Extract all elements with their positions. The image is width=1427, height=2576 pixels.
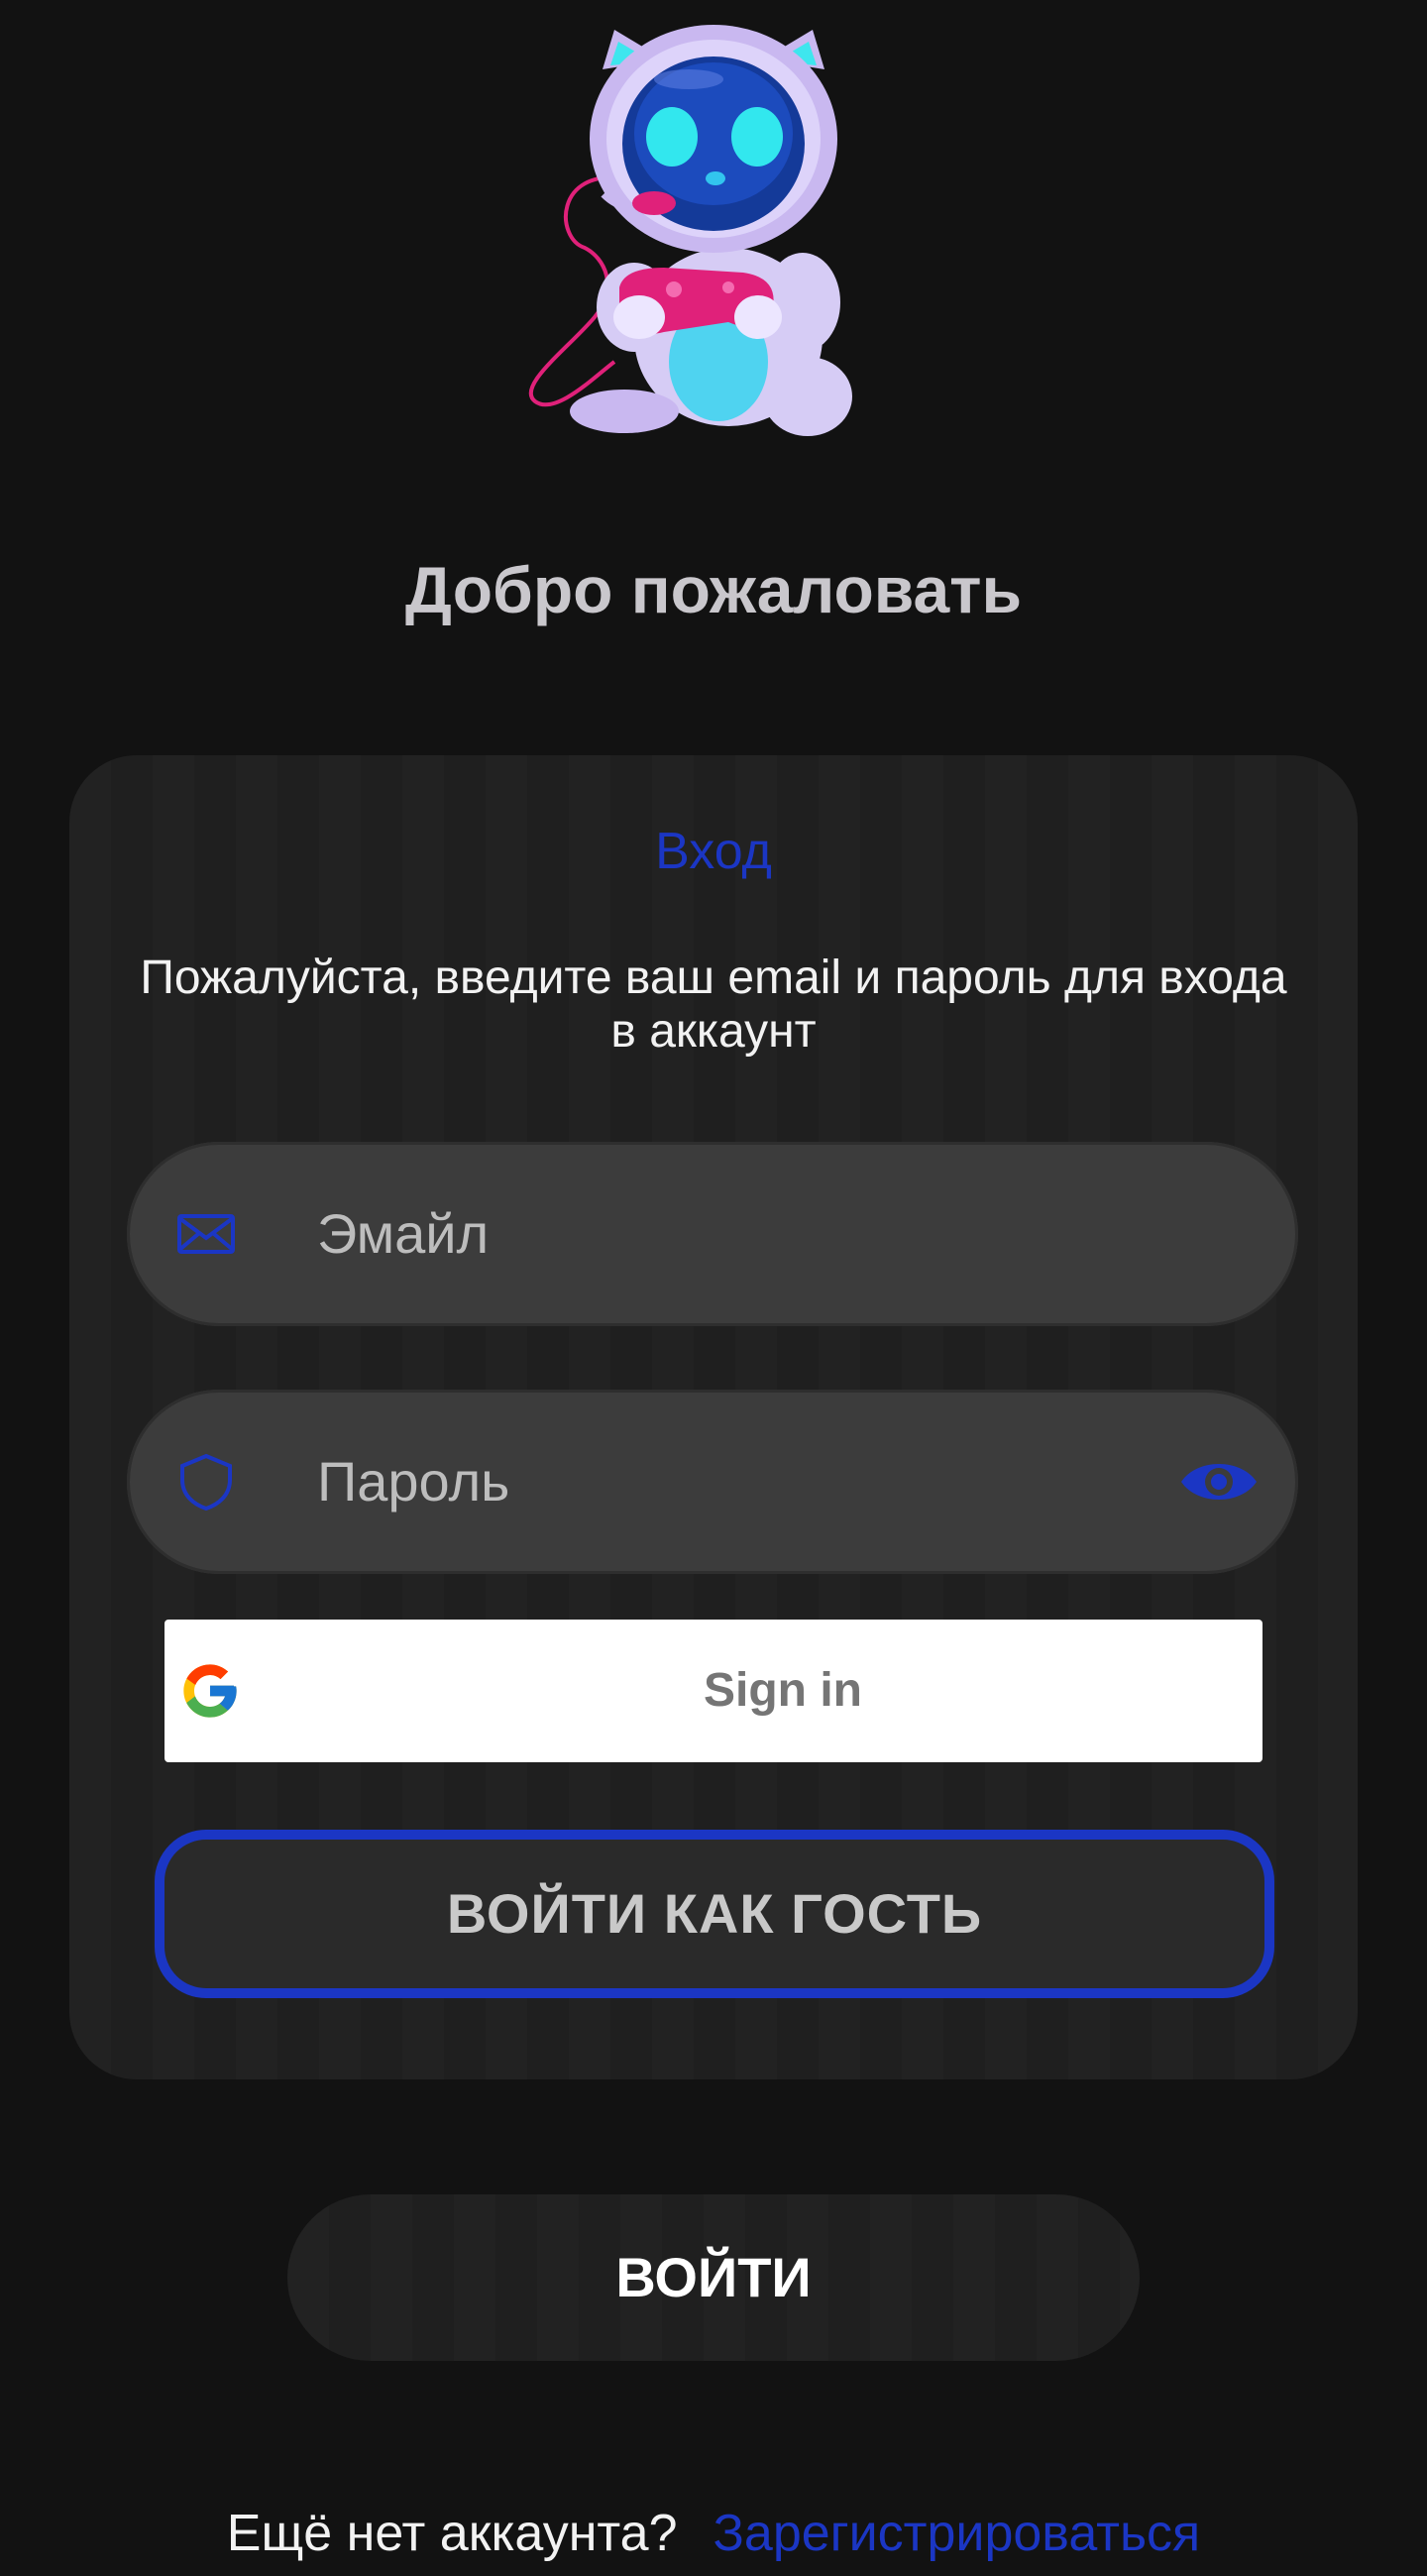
email-placeholder: Эмайл (317, 1202, 490, 1265)
guest-login-label: ВОЙТИ КАК ГОСТЬ (446, 1882, 983, 1945)
signup-question: Ещё нет аккаунта? (226, 2505, 678, 2562)
guest-login-button[interactable]: ВОЙТИ КАК ГОСТЬ (155, 1830, 1274, 1998)
signup-link[interactable]: Зарегистрироваться (714, 2505, 1201, 2562)
password-field[interactable]: Пароль (127, 1390, 1298, 1574)
envelope-icon (177, 1214, 235, 1254)
login-card-subtitle: Пожалуйста, введите ваш email и пароль д… (140, 952, 1287, 1058)
email-field[interactable]: Эмайл (127, 1142, 1298, 1326)
google-sign-in-button[interactable]: Sign in (165, 1620, 1262, 1762)
password-placeholder: Пароль (317, 1450, 510, 1512)
shield-icon (180, 1453, 232, 1512)
robot-mascot-illustration (528, 25, 852, 436)
login-button[interactable]: ВОЙТИ (287, 2194, 1140, 2361)
eye-icon[interactable] (1179, 1452, 1259, 1512)
login-card: Вход Пожалуйста, введите ваш email и пар… (69, 755, 1358, 2079)
google-sign-in-label: Sign in (704, 1664, 862, 1717)
login-card-title: Вход (655, 823, 772, 880)
login-button-label: ВОЙТИ (615, 2246, 812, 2308)
signup-prompt: Ещё нет аккаунта? Зарегистрироваться (0, 2498, 1427, 2569)
welcome-title: Добро пожаловать (404, 553, 1023, 626)
